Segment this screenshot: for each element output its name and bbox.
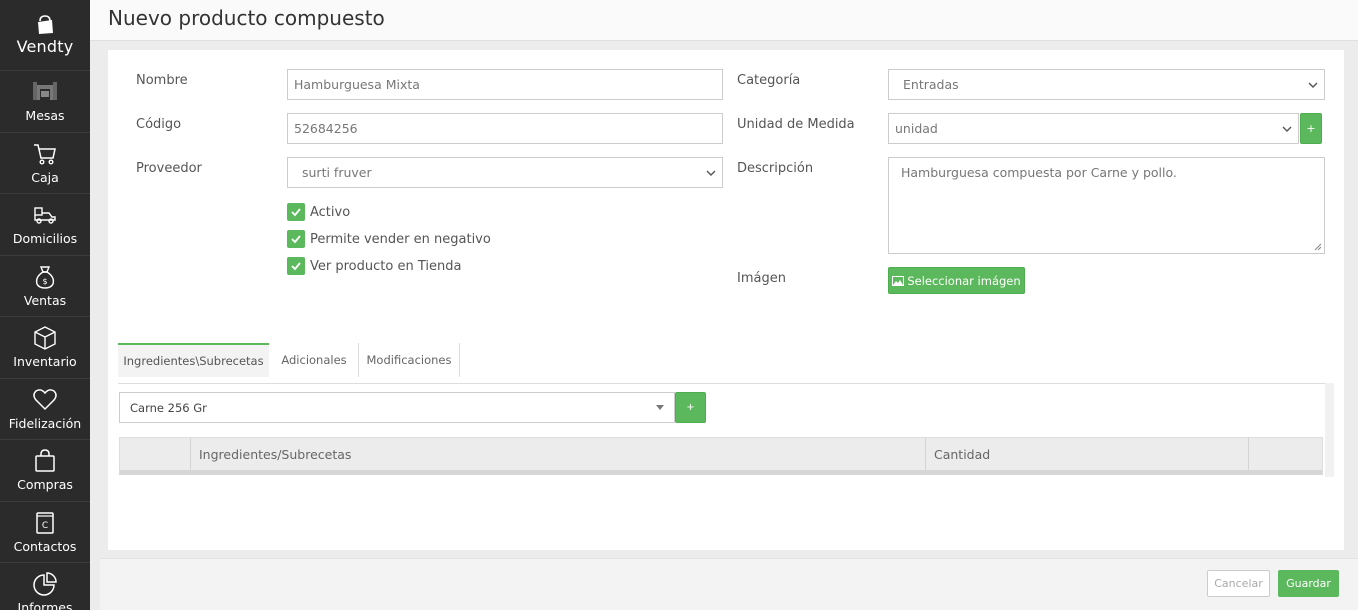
- page-header: Nuevo producto compuesto: [90, 0, 1358, 41]
- checkbox-checked: [287, 230, 305, 248]
- descripcion-textarea[interactable]: Hamburguesa compuesta por Carne y pollo.: [888, 157, 1325, 254]
- add-ingredient-button[interactable]: +: [675, 392, 706, 423]
- sidebar-item-domicilios[interactable]: Domicilios: [0, 194, 90, 256]
- box-icon: [34, 326, 56, 351]
- sidebar-item-fidelizacion[interactable]: Fidelización: [0, 379, 90, 440]
- sidebar-item-label: Inventario: [13, 354, 77, 370]
- contacts-book-icon: C: [36, 512, 54, 534]
- categoria-label: Categoría: [737, 73, 801, 88]
- sidebar-item-label: Caja: [31, 169, 59, 185]
- check-icon: [291, 235, 301, 244]
- select-image-label: Seleccionar imágen: [907, 273, 1021, 288]
- sidebar-item-caja[interactable]: Caja: [0, 133, 90, 194]
- svg-text:$: $: [42, 277, 47, 286]
- sidebar-item-label: Contactos: [13, 538, 77, 554]
- resize-grip-icon[interactable]: [1314, 243, 1322, 251]
- delivery-icon: [34, 207, 56, 224]
- chevron-down-icon: [1308, 82, 1318, 88]
- chevron-down-icon: [1282, 126, 1292, 132]
- sidebar-item-label: Mesas: [25, 108, 65, 124]
- tab-ingredientes[interactable]: Ingredientes\Subrecetas: [118, 343, 269, 377]
- descripcion-value: Hamburguesa compuesta por Carne y pollo.: [901, 165, 1177, 180]
- ingredient-select[interactable]: Carne 256 Gr: [119, 392, 675, 423]
- tab-adicionales[interactable]: Adicionales: [270, 343, 358, 377]
- tienda-checkbox[interactable]: Ver producto en Tienda: [287, 257, 461, 275]
- imagen-label: Imágen: [737, 271, 786, 286]
- nombre-input[interactable]: Hamburguesa Mixta: [287, 69, 723, 100]
- ingredients-table: Ingredientes/Subrecetas Cantidad: [119, 437, 1323, 475]
- proveedor-label: Proveedor: [136, 161, 202, 176]
- logo[interactable]: Vendty: [0, 0, 90, 71]
- unidad-select[interactable]: unidad: [888, 113, 1299, 144]
- tabs-divider: [118, 383, 1334, 384]
- save-button[interactable]: Guardar: [1278, 570, 1339, 597]
- select-image-button[interactable]: Seleccionar imágen: [888, 267, 1025, 294]
- categoria-value: Entradas: [903, 77, 959, 92]
- sidebar-item-contactos[interactable]: C Contactos: [0, 502, 90, 563]
- activo-checkbox[interactable]: Activo: [287, 203, 350, 221]
- cancel-button[interactable]: Cancelar: [1207, 570, 1270, 597]
- ingredient-value: Carne 256 Gr: [130, 400, 207, 415]
- sidebar-item-inventario[interactable]: Inventario: [0, 317, 90, 379]
- heart-icon: [33, 388, 57, 410]
- cart-icon: [34, 144, 56, 165]
- add-unidad-button[interactable]: +: [1300, 113, 1322, 144]
- check-icon: [291, 208, 301, 217]
- form-footer: Cancelar Guardar: [100, 558, 1358, 610]
- table-icon: [33, 82, 57, 101]
- descripcion-label: Descripción: [737, 161, 814, 176]
- sidebar-item-mesas[interactable]: Mesas: [0, 71, 90, 133]
- negativo-checkbox[interactable]: Permite vender en negativo: [287, 230, 491, 248]
- tienda-label: Ver producto en Tienda: [310, 258, 462, 274]
- codigo-input[interactable]: 52684256: [287, 113, 723, 144]
- caret-down-icon: [656, 405, 664, 410]
- proveedor-select[interactable]: surti fruver: [287, 157, 723, 188]
- table-header-actions: [1249, 438, 1322, 470]
- checkbox-checked: [287, 203, 305, 221]
- image-icon: [892, 275, 905, 286]
- categoria-select[interactable]: Entradas: [888, 69, 1325, 100]
- nombre-value: Hamburguesa Mixta: [294, 77, 420, 92]
- logo-text: Vendty: [16, 36, 74, 56]
- sidebar-item-label: Informes: [17, 600, 73, 610]
- nombre-label: Nombre: [136, 73, 188, 88]
- sidebar-item-label: Fidelización: [8, 415, 82, 431]
- page-title: Nuevo producto compuesto: [108, 6, 385, 30]
- shopping-bag-icon: [35, 449, 55, 472]
- chevron-down-icon: [706, 170, 716, 176]
- unidad-value: unidad: [895, 121, 938, 136]
- check-icon: [291, 262, 301, 271]
- proveedor-value: surti fruver: [302, 165, 372, 180]
- sidebar: Vendty Mesas Caja Domicilios $ Ventas In…: [0, 0, 90, 610]
- product-form-card: Nombre Hamburguesa Mixta Código 52684256…: [108, 50, 1344, 550]
- activo-label: Activo: [310, 204, 351, 220]
- table-header-empty: [120, 438, 190, 470]
- sidebar-item-label: Compras: [17, 477, 73, 493]
- tab-modificaciones[interactable]: Modificaciones: [359, 343, 459, 377]
- tab-divider: [459, 343, 460, 377]
- table-header-cantidad[interactable]: Cantidad: [926, 438, 1248, 470]
- sidebar-item-ventas[interactable]: $ Ventas: [0, 256, 90, 317]
- sidebar-item-compras[interactable]: Compras: [0, 440, 90, 502]
- codigo-label: Código: [136, 117, 182, 132]
- codigo-value: 52684256: [294, 121, 358, 136]
- table-header-ingredientes[interactable]: Ingredientes/Subrecetas: [191, 438, 925, 470]
- money-bag-icon: $: [35, 266, 55, 289]
- shopping-bag-logo-icon: [38, 14, 53, 34]
- pie-chart-icon: [33, 572, 57, 596]
- sidebar-item-label: Ventas: [23, 292, 67, 308]
- tab-panel-scrollbar[interactable]: [1325, 383, 1334, 477]
- svg-text:C: C: [42, 521, 48, 531]
- unidad-label: Unidad de Medida: [737, 117, 855, 132]
- sidebar-item-label: Domicilios: [12, 231, 78, 247]
- checkbox-checked: [287, 257, 305, 275]
- sidebar-item-informes[interactable]: Informes: [0, 563, 90, 610]
- negativo-label: Permite vender en negativo: [310, 231, 491, 247]
